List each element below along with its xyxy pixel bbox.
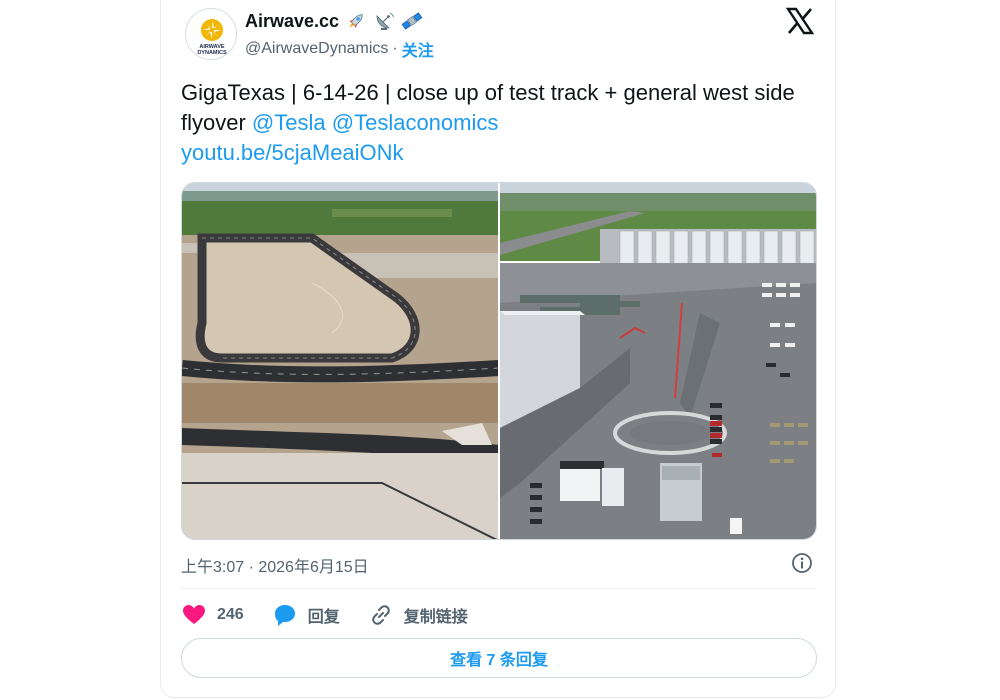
like-button[interactable]: 246	[181, 602, 244, 628]
heart-icon	[183, 605, 205, 624]
info-icon[interactable]	[791, 552, 813, 574]
avatar-text-line2: DYNAMICS	[197, 50, 227, 56]
aerial-parking-lot-photo[interactable]	[500, 183, 816, 539]
x-logo-icon[interactable]	[785, 6, 815, 36]
satellite-antenna-icon	[376, 12, 395, 30]
parking-lot-image	[500, 183, 816, 539]
test-track-image	[182, 183, 498, 539]
mention-tesla[interactable]: @Tesla	[252, 110, 326, 135]
mention-teslaconomics[interactable]: @Teslaconomics	[332, 110, 499, 135]
view-replies-button[interactable]: 查看 7 条回复	[181, 638, 817, 678]
youtube-link[interactable]: youtu.be/5cjaMeaiONk	[181, 140, 404, 165]
action-bar: 246 回复 复制链接	[181, 600, 496, 630]
reply-button[interactable]: 回复	[272, 602, 340, 628]
copy-link-label: 复制链接	[403, 609, 468, 626]
aerial-test-track-photo[interactable]	[182, 183, 498, 539]
separator-dot: ·	[392, 40, 398, 57]
author-handle[interactable]: @AirwaveDynamics	[245, 40, 388, 58]
media-grid	[181, 182, 817, 540]
reply-bubble-icon	[274, 605, 295, 626]
view-replies-label: 查看 7 条回复	[450, 652, 548, 669]
copy-link-button[interactable]: 复制链接	[368, 602, 468, 628]
avatar[interactable]: AIRWAVE DYNAMICS	[185, 8, 237, 60]
divider	[181, 588, 817, 589]
tweet-card: AIRWAVE DYNAMICS Airwave.cc @AirwaveDyna…	[160, 0, 836, 698]
airwave-logo-icon: AIRWAVE DYNAMICS	[197, 19, 227, 56]
tweet-text: GigaTexas | 6-14-26 | close up of test t…	[181, 78, 817, 168]
author-name[interactable]: Airwave.cc	[245, 11, 339, 32]
link-icon	[371, 605, 390, 625]
satellite-icon	[401, 12, 423, 30]
author-name-row: Airwave.cc	[245, 10, 423, 32]
reply-label: 回复	[307, 609, 340, 626]
author-handle-row: @AirwaveDynamics · 关注	[245, 37, 434, 61]
rocket-icon	[348, 14, 363, 29]
tweet-timestamp[interactable]: 上午3:07 · 2026年6月15日	[181, 553, 369, 577]
like-count: 246	[217, 606, 244, 623]
follow-button[interactable]: 关注	[402, 37, 434, 61]
